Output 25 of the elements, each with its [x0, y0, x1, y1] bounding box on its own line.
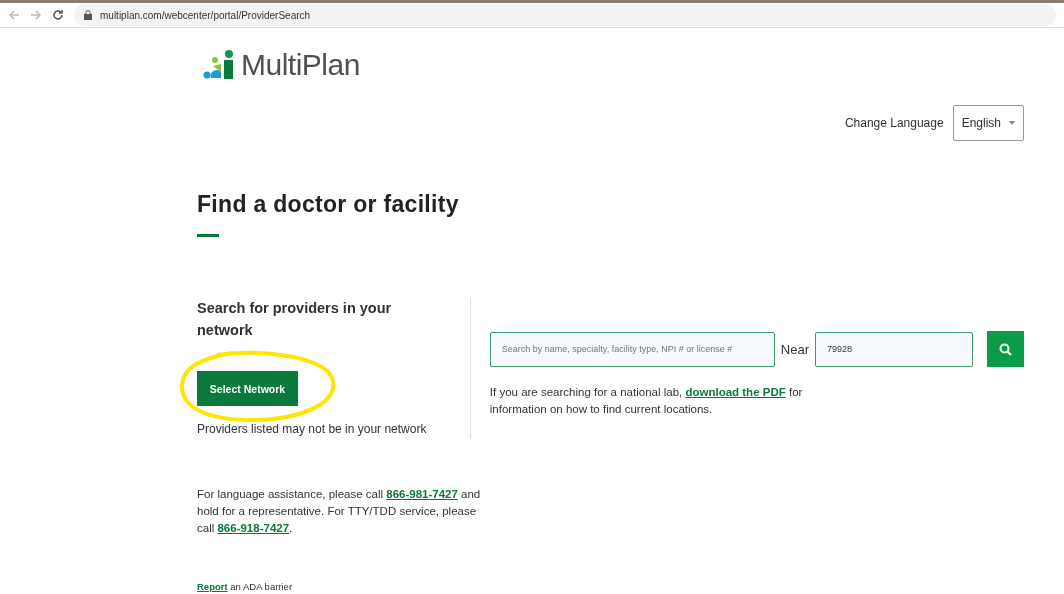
reload-icon[interactable] [52, 9, 64, 21]
near-label: Near [780, 341, 809, 357]
lock-icon [84, 10, 92, 20]
phone-link[interactable]: 866-918-7427 [217, 522, 290, 534]
back-icon[interactable] [8, 9, 20, 21]
language-label: Change Language [844, 116, 944, 130]
forward-icon[interactable] [30, 9, 42, 21]
page-heading: Find a doctor or facility [197, 191, 460, 218]
report-link[interactable]: Report [197, 581, 228, 592]
phone-link[interactable]: 866-981-7427 [386, 488, 458, 500]
network-note: Providers listed may not be in your network [197, 422, 428, 436]
lab-note: If you are searching for a national lab, download the PDF for information on how to find current locations. [489, 385, 804, 417]
search-icon [999, 342, 1012, 356]
select-network-button[interactable]: Select Network [197, 371, 298, 406]
pdf-link[interactable]: download the PDF [685, 386, 786, 398]
ada-text: Report an ADA barrier [197, 581, 294, 592]
section-heading: Search for providers in your network [197, 299, 393, 340]
assistance-text: For language assistance, please call 866-981-7427 and hold for a representative. For TTY/TDD service, please call 866-918-7427. [197, 487, 482, 536]
search-field[interactable]: Search by name, specialty, facility type, NPI # or license # [489, 331, 775, 367]
dropdown-caret-icon [1009, 121, 1015, 125]
logo-text: MultiPlan [241, 50, 360, 80]
search-button[interactable] [987, 331, 1024, 367]
language-dropdown[interactable]: English [952, 105, 1024, 141]
location-field[interactable]: 79928 [815, 331, 973, 367]
address-bar[interactable]: multiplan.com/webcenter/portal/ProviderSearch [74, 4, 1056, 26]
